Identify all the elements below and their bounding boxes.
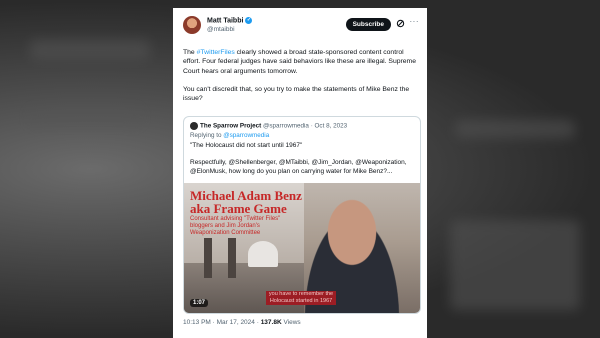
blurred-text-block xyxy=(30,40,150,60)
tweet-header: Matt Taibbi ✓ @mtaibbi Subscribe ··· xyxy=(183,16,419,42)
video-subtitle: Consultant advising "Twitter Files" blog… xyxy=(190,216,281,236)
blurred-image-block xyxy=(450,220,580,310)
subscribe-button[interactable]: Subscribe xyxy=(345,18,391,31)
quote-avatar[interactable] xyxy=(190,122,198,130)
tweet-paragraph: You can't discredit that, so you try to … xyxy=(183,85,410,103)
blurred-text-block xyxy=(30,110,140,124)
video-player[interactable]: Michael Adam Benz aka Frame Game Consult… xyxy=(184,183,420,313)
avatar[interactable] xyxy=(183,16,201,34)
replying-to: Replying to @sparrowmedia xyxy=(190,132,270,139)
views-count: 137.8K xyxy=(260,319,282,326)
replying-to-link[interactable]: @sparrowmedia xyxy=(223,132,269,139)
tree-trunk xyxy=(204,238,212,278)
verified-badge-icon: ✓ xyxy=(245,17,253,24)
tweet-paragraph: The #TwitterFiles clearly showed a broad… xyxy=(183,49,416,75)
capitol-dome xyxy=(248,241,278,267)
views-label: Views xyxy=(281,319,301,326)
quote-header: The Sparrow Project @sparrowmedia · Oct … xyxy=(190,122,347,130)
video-caption: you have to remember the Holocaust start… xyxy=(266,291,336,305)
tweet-card: Matt Taibbi ✓ @mtaibbi Subscribe ··· The … xyxy=(173,8,427,338)
video-title: Michael Adam Benz aka Frame Game xyxy=(190,188,302,216)
author-name[interactable]: Matt Taibbi ✓ xyxy=(207,17,253,24)
author-handle[interactable]: @mtaibbi xyxy=(207,26,235,33)
video-duration: 1:07 xyxy=(190,299,209,307)
hashtag-link[interactable]: #TwitterFiles xyxy=(197,49,235,56)
blurred-text-block xyxy=(455,120,575,138)
quote-author-name[interactable]: The Sparrow Project xyxy=(200,123,261,130)
tree-trunk xyxy=(228,238,236,278)
tweet-text: The #TwitterFiles clearly showed a broad… xyxy=(183,48,419,112)
grok-icon[interactable] xyxy=(396,19,405,28)
quote-text: "The Holocaust did not start until 1967"… xyxy=(190,142,407,175)
quoted-tweet[interactable]: The Sparrow Project @sparrowmedia · Oct … xyxy=(183,116,421,314)
more-options-icon[interactable]: ··· xyxy=(410,17,420,26)
timestamp[interactable]: 10:13 PM · Mar 17, 2024 · xyxy=(183,319,261,326)
quote-author-meta: @sparrowmedia · Oct 8, 2023 xyxy=(263,122,348,130)
tweet-footer: 10:13 PM · Mar 17, 2024 · 137.8K Views xyxy=(183,319,301,326)
